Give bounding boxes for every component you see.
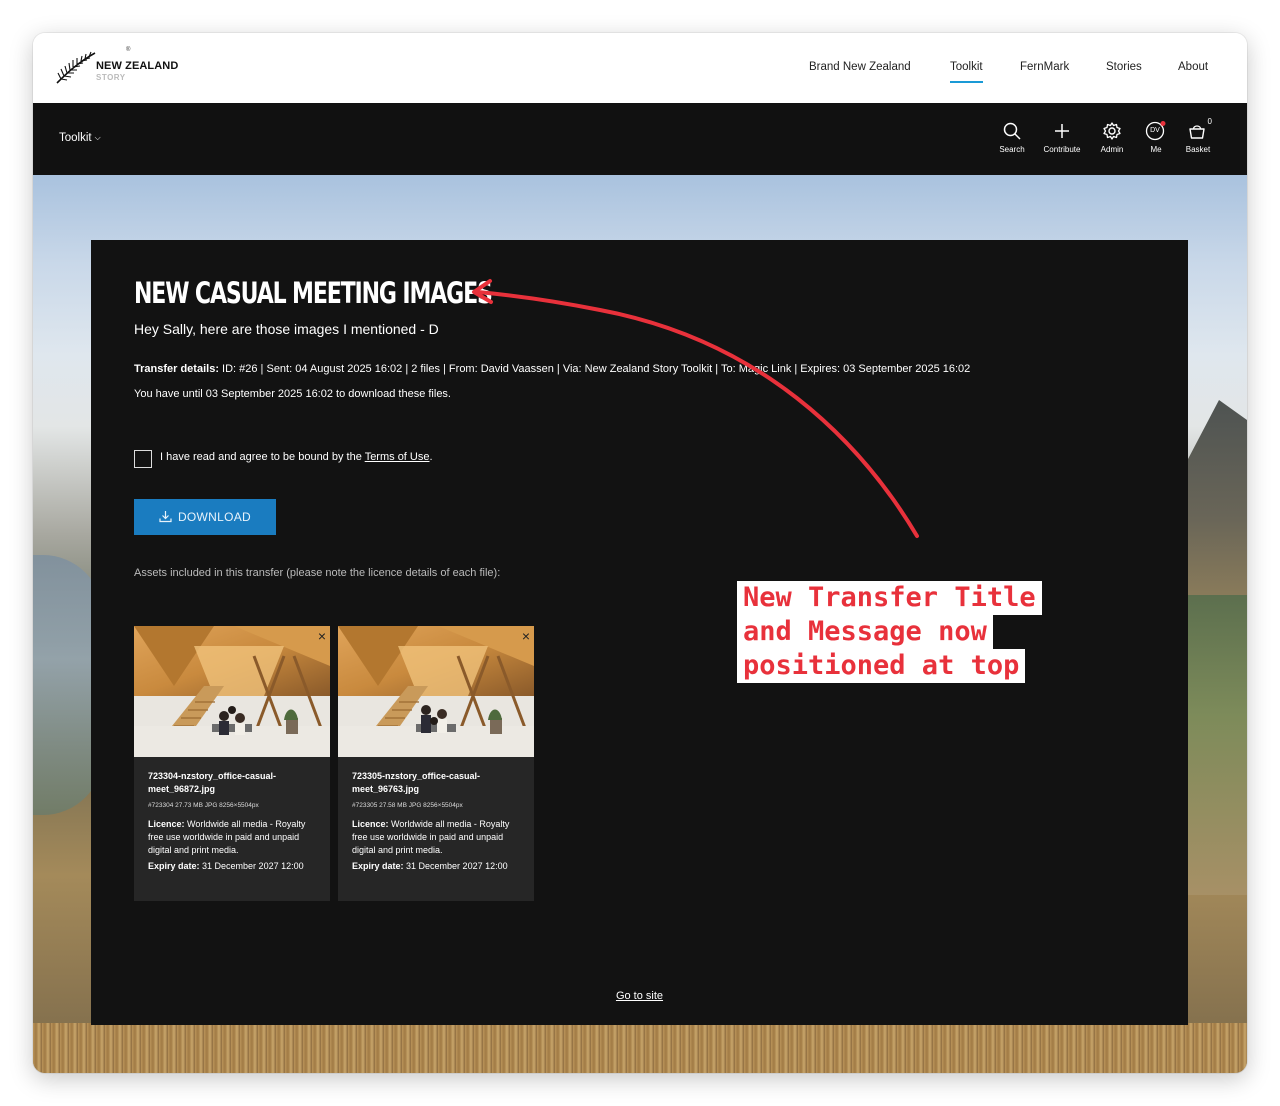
- asset-licence: Licence: Worldwide all media - Royalty f…: [352, 818, 524, 857]
- assets-note: Assets included in this transfer (please…: [134, 567, 501, 579]
- asset-expiry-label: Expiry date:: [352, 861, 404, 871]
- asset-meta: #723304 27.73 MB JPG 8256×5504px: [148, 802, 259, 809]
- asset-licence-label: Licence:: [148, 819, 185, 829]
- browser-window: ® NEW ZEALAND STORY Brand New Zealand To…: [33, 33, 1247, 1073]
- toolkit-toolbar: Toolkit ⌵ Search Contribute Admin DV Me …: [33, 103, 1247, 175]
- download-icon: [159, 511, 172, 523]
- annotation-callout: New Transfer Title and Message now posit…: [737, 581, 1042, 683]
- me-tool[interactable]: DV Me: [1142, 121, 1170, 154]
- annotation-line-2: and Message now: [737, 615, 993, 649]
- chevron-down-icon: ⌵: [94, 133, 101, 142]
- transfer-details-label: Transfer details:: [134, 363, 219, 375]
- asset-thumbnail[interactable]: ×: [134, 626, 330, 757]
- nav-fernmark[interactable]: FernMark: [1020, 61, 1069, 73]
- admin-tool[interactable]: Admin: [1096, 121, 1128, 154]
- contribute-tool[interactable]: Contribute: [1038, 121, 1086, 154]
- search-tool[interactable]: Search: [995, 121, 1029, 154]
- asset-expiry-text: 31 December 2027 12:00: [403, 861, 508, 871]
- avatar-initials: DV: [1150, 127, 1160, 134]
- registered-mark: ®: [126, 47, 131, 53]
- me-tool-label: Me: [1150, 145, 1162, 154]
- nav-toolkit[interactable]: Toolkit: [950, 61, 983, 83]
- plus-icon: [1055, 124, 1069, 138]
- terms-label: I have read and agree to be bound by the…: [160, 451, 433, 463]
- annotation-line-1: New Transfer Title: [737, 581, 1042, 615]
- asset-expiry-label: Expiry date:: [148, 861, 200, 871]
- site-header: ® NEW ZEALAND STORY Brand New Zealand To…: [33, 33, 1247, 103]
- asset-expiry: Expiry date: 31 December 2027 12:00: [148, 860, 320, 873]
- transfer-details: Transfer details: ID: #26 | Sent: 04 Aug…: [134, 363, 970, 375]
- terms-of-use-link[interactable]: Terms of Use: [365, 451, 430, 463]
- office-staircase-photo: [338, 626, 534, 757]
- asset-expiry-text: 31 December 2027 12:00: [199, 861, 304, 871]
- search-tool-label: Search: [999, 145, 1025, 154]
- terms-prefix: I have read and agree to be bound by the: [160, 451, 365, 463]
- hero-grass: [33, 1023, 1247, 1073]
- admin-tool-label: Admin: [1100, 145, 1124, 154]
- download-button-label: DOWNLOAD: [177, 510, 252, 524]
- asset-card[interactable]: × 723305-nzstory_office-casual-meet_9676…: [338, 626, 534, 901]
- remove-asset-icon[interactable]: ×: [318, 629, 326, 643]
- transfer-details-text: ID: #26 | Sent: 04 August 2025 16:02 | 2…: [218, 363, 971, 375]
- search-icon: [1003, 122, 1021, 140]
- nz-story-logo[interactable]: ® NEW ZEALAND STORY: [55, 47, 185, 87]
- logo-text-new-zealand: NEW ZEALAND: [96, 60, 179, 72]
- asset-meta: #723305 27.58 MB JPG 8256×5504px: [352, 802, 463, 809]
- remove-asset-icon[interactable]: ×: [522, 629, 530, 643]
- asset-licence-label: Licence:: [352, 819, 389, 829]
- asset-filename: 723304-nzstory_office-casual-meet_96872.…: [148, 771, 277, 794]
- transfer-message: Hey Sally, here are those images I menti…: [134, 321, 439, 337]
- terms-suffix: .: [429, 451, 433, 463]
- basket-count: 0: [1207, 117, 1212, 126]
- toolkit-dropdown-label: Toolkit: [59, 132, 92, 144]
- download-button[interactable]: DOWNLOAD: [134, 499, 276, 535]
- gear-icon: [1103, 122, 1121, 140]
- terms-checkbox[interactable]: [134, 450, 152, 468]
- asset-card[interactable]: × 723304-nzstory_office-casual-meet_9687…: [134, 626, 330, 901]
- annotation-line-3: positioned at top: [737, 649, 1026, 683]
- go-to-site-link[interactable]: Go to site: [616, 990, 663, 1002]
- logo-text-story: STORY: [96, 73, 126, 82]
- basket-icon: [1189, 125, 1205, 139]
- basket-tool[interactable]: 0 Basket: [1181, 117, 1215, 154]
- nav-stories[interactable]: Stories: [1106, 61, 1142, 73]
- asset-thumbnail[interactable]: ×: [338, 626, 534, 757]
- office-staircase-photo: [134, 626, 330, 757]
- asset-filename: 723305-nzstory_office-casual-meet_96763.…: [352, 771, 481, 794]
- nav-brand-new-zealand[interactable]: Brand New Zealand: [809, 61, 911, 73]
- nav-about[interactable]: About: [1178, 61, 1208, 73]
- contribute-tool-label: Contribute: [1043, 145, 1081, 154]
- asset-licence: Licence: Worldwide all media - Royalty f…: [148, 818, 320, 857]
- toolkit-dropdown[interactable]: Toolkit ⌵: [59, 132, 101, 144]
- transfer-title: NEW CASUAL MEETING IMAGES: [134, 276, 493, 310]
- download-deadline: You have until 03 September 2025 16:02 t…: [134, 388, 451, 400]
- go-to-site-footer: Go to site: [91, 990, 1188, 1002]
- asset-expiry: Expiry date: 31 December 2027 12:00: [352, 860, 524, 873]
- fern-logo-icon: [56, 51, 96, 84]
- basket-tool-label: Basket: [1185, 145, 1211, 154]
